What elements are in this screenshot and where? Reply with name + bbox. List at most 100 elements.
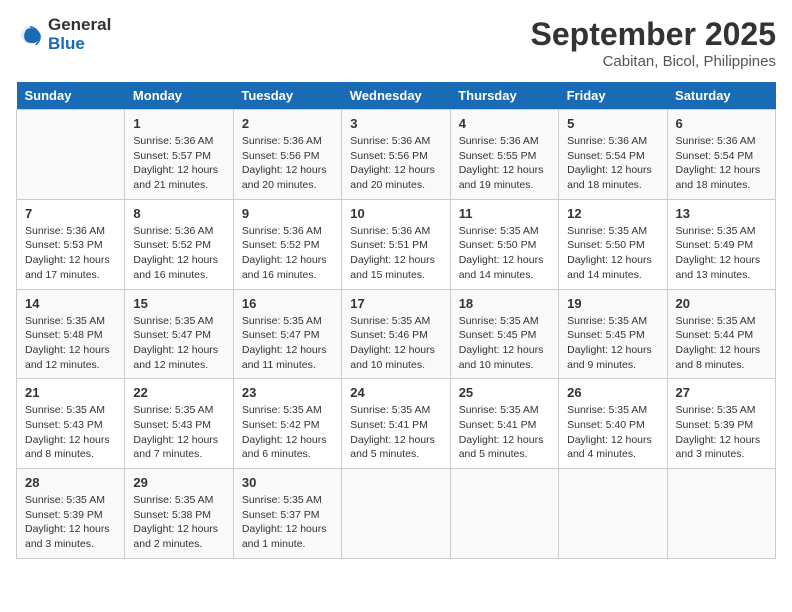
calendar-cell: 25 Sunrise: 5:35 AM Sunset: 5:41 PM Dayli… xyxy=(450,379,558,469)
day-info: Sunrise: 5:35 AM Sunset: 5:46 PM Dayligh… xyxy=(350,314,441,373)
calendar-cell: 27 Sunrise: 5:35 AM Sunset: 5:39 PM Dayli… xyxy=(667,379,775,469)
day-info: Sunrise: 5:35 AM Sunset: 5:39 PM Dayligh… xyxy=(25,493,116,552)
day-number: 28 xyxy=(25,475,116,490)
day-number: 1 xyxy=(133,116,224,131)
day-info: Sunrise: 5:35 AM Sunset: 5:43 PM Dayligh… xyxy=(25,403,116,462)
calendar-cell: 5Sunrise: 5:36 AM Sunset: 5:54 PM Daylig… xyxy=(559,110,667,200)
day-number: 12 xyxy=(567,206,658,221)
day-info: Sunrise: 5:35 AM Sunset: 5:42 PM Dayligh… xyxy=(242,403,333,462)
calendar-cell xyxy=(559,469,667,559)
day-number: 10 xyxy=(350,206,441,221)
day-number: 18 xyxy=(459,296,550,311)
calendar-cell: 8Sunrise: 5:36 AM Sunset: 5:52 PM Daylig… xyxy=(125,199,233,289)
day-info: Sunrise: 5:35 AM Sunset: 5:37 PM Dayligh… xyxy=(242,493,333,552)
day-number: 20 xyxy=(676,296,767,311)
day-info: Sunrise: 5:35 AM Sunset: 5:48 PM Dayligh… xyxy=(25,314,116,373)
header-monday: Monday xyxy=(125,82,233,110)
day-info: Sunrise: 5:35 AM Sunset: 5:45 PM Dayligh… xyxy=(459,314,550,373)
day-number: 26 xyxy=(567,385,658,400)
day-number: 2 xyxy=(242,116,333,131)
calendar-cell: 22 Sunrise: 5:35 AM Sunset: 5:43 PM Dayli… xyxy=(125,379,233,469)
day-info: Sunrise: 5:36 AM Sunset: 5:56 PM Dayligh… xyxy=(350,134,441,193)
calendar-cell: 3 Sunrise: 5:36 AM Sunset: 5:56 PM Daylig… xyxy=(342,110,450,200)
logo-text: General Blue xyxy=(48,16,111,53)
calendar-week-row: 21 Sunrise: 5:35 AM Sunset: 5:43 PM Dayli… xyxy=(17,379,776,469)
calendar-cell: 4Sunrise: 5:36 AM Sunset: 5:55 PM Daylig… xyxy=(450,110,558,200)
day-info: Sunrise: 5:36 AM Sunset: 5:54 PM Dayligh… xyxy=(567,134,658,193)
day-info: Sunrise: 5:36 AM Sunset: 5:52 PM Dayligh… xyxy=(242,224,333,283)
day-info: Sunrise: 5:36 AM Sunset: 5:56 PM Dayligh… xyxy=(242,134,333,193)
calendar-cell: 29 Sunrise: 5:35 AM Sunset: 5:38 PM Dayli… xyxy=(125,469,233,559)
day-info: Sunrise: 5:35 AM Sunset: 5:41 PM Dayligh… xyxy=(459,403,550,462)
day-number: 9 xyxy=(242,206,333,221)
calendar-cell: 20 Sunrise: 5:35 AM Sunset: 5:44 PM Dayli… xyxy=(667,289,775,379)
day-info: Sunrise: 5:35 AM Sunset: 5:39 PM Dayligh… xyxy=(676,403,767,462)
day-number: 6 xyxy=(676,116,767,131)
calendar-cell: 30 Sunrise: 5:35 AM Sunset: 5:37 PM Dayli… xyxy=(233,469,341,559)
calendar-cell: 28 Sunrise: 5:35 AM Sunset: 5:39 PM Dayli… xyxy=(17,469,125,559)
day-info: Sunrise: 5:35 AM Sunset: 5:45 PM Dayligh… xyxy=(567,314,658,373)
calendar-cell: 26Sunrise: 5:35 AM Sunset: 5:40 PM Dayli… xyxy=(559,379,667,469)
calendar-cell xyxy=(450,469,558,559)
day-info: Sunrise: 5:35 AM Sunset: 5:41 PM Dayligh… xyxy=(350,403,441,462)
calendar-week-row: 1 Sunrise: 5:36 AM Sunset: 5:57 PM Daylig… xyxy=(17,110,776,200)
day-info: Sunrise: 5:36 AM Sunset: 5:57 PM Dayligh… xyxy=(133,134,224,193)
day-info: Sunrise: 5:36 AM Sunset: 5:52 PM Dayligh… xyxy=(133,224,224,283)
day-number: 25 xyxy=(459,385,550,400)
day-info: Sunrise: 5:35 AM Sunset: 5:44 PM Dayligh… xyxy=(676,314,767,373)
calendar-cell: 16 Sunrise: 5:35 AM Sunset: 5:47 PM Dayli… xyxy=(233,289,341,379)
day-number: 24 xyxy=(350,385,441,400)
day-info: Sunrise: 5:36 AM Sunset: 5:51 PM Dayligh… xyxy=(350,224,441,283)
calendar-cell: 18 Sunrise: 5:35 AM Sunset: 5:45 PM Dayli… xyxy=(450,289,558,379)
day-number: 23 xyxy=(242,385,333,400)
calendar-week-row: 28 Sunrise: 5:35 AM Sunset: 5:39 PM Dayli… xyxy=(17,469,776,559)
day-number: 13 xyxy=(676,206,767,221)
logo: General Blue xyxy=(16,16,111,53)
day-number: 7 xyxy=(25,206,116,221)
calendar-cell: 21 Sunrise: 5:35 AM Sunset: 5:43 PM Dayli… xyxy=(17,379,125,469)
day-number: 15 xyxy=(133,296,224,311)
title-block: September 2025 Cabitan, Bicol, Philippin… xyxy=(531,16,776,70)
day-number: 19 xyxy=(567,296,658,311)
day-info: Sunrise: 5:35 AM Sunset: 5:49 PM Dayligh… xyxy=(676,224,767,283)
day-info: Sunrise: 5:35 AM Sunset: 5:50 PM Dayligh… xyxy=(567,224,658,283)
day-info: Sunrise: 5:36 AM Sunset: 5:54 PM Dayligh… xyxy=(676,134,767,193)
page-header: General Blue September 2025 Cabitan, Bic… xyxy=(16,16,776,70)
calendar-cell: 12 Sunrise: 5:35 AM Sunset: 5:50 PM Dayli… xyxy=(559,199,667,289)
day-number: 21 xyxy=(25,385,116,400)
day-number: 29 xyxy=(133,475,224,490)
calendar-cell: 14Sunrise: 5:35 AM Sunset: 5:48 PM Dayli… xyxy=(17,289,125,379)
calendar-cell: 6 Sunrise: 5:36 AM Sunset: 5:54 PM Daylig… xyxy=(667,110,775,200)
calendar-cell: 10 Sunrise: 5:36 AM Sunset: 5:51 PM Dayli… xyxy=(342,199,450,289)
calendar-week-row: 7 Sunrise: 5:36 AM Sunset: 5:53 PM Daylig… xyxy=(17,199,776,289)
day-number: 17 xyxy=(350,296,441,311)
day-number: 3 xyxy=(350,116,441,131)
day-number: 30 xyxy=(242,475,333,490)
calendar-cell: 2 Sunrise: 5:36 AM Sunset: 5:56 PM Daylig… xyxy=(233,110,341,200)
day-info: Sunrise: 5:35 AM Sunset: 5:50 PM Dayligh… xyxy=(459,224,550,283)
day-info: Sunrise: 5:36 AM Sunset: 5:53 PM Dayligh… xyxy=(25,224,116,283)
header-tuesday: Tuesday xyxy=(233,82,341,110)
day-info: Sunrise: 5:35 AM Sunset: 5:47 PM Dayligh… xyxy=(242,314,333,373)
calendar-cell: 15 Sunrise: 5:35 AM Sunset: 5:47 PM Dayli… xyxy=(125,289,233,379)
header-friday: Friday xyxy=(559,82,667,110)
calendar-cell: 17 Sunrise: 5:35 AM Sunset: 5:46 PM Dayli… xyxy=(342,289,450,379)
calendar-cell xyxy=(342,469,450,559)
calendar-title: September 2025 xyxy=(531,16,776,53)
calendar-cell: 9 Sunrise: 5:36 AM Sunset: 5:52 PM Daylig… xyxy=(233,199,341,289)
day-info: Sunrise: 5:35 AM Sunset: 5:38 PM Dayligh… xyxy=(133,493,224,552)
header-saturday: Saturday xyxy=(667,82,775,110)
day-number: 16 xyxy=(242,296,333,311)
day-info: Sunrise: 5:35 AM Sunset: 5:47 PM Dayligh… xyxy=(133,314,224,373)
header-sunday: Sunday xyxy=(17,82,125,110)
day-info: Sunrise: 5:35 AM Sunset: 5:43 PM Dayligh… xyxy=(133,403,224,462)
calendar-cell: 24 Sunrise: 5:35 AM Sunset: 5:41 PM Dayli… xyxy=(342,379,450,469)
calendar-cell: 13 Sunrise: 5:35 AM Sunset: 5:49 PM Dayli… xyxy=(667,199,775,289)
day-number: 27 xyxy=(676,385,767,400)
day-number: 11 xyxy=(459,206,550,221)
calendar-table: SundayMondayTuesdayWednesdayThursdayFrid… xyxy=(16,82,776,559)
logo-icon xyxy=(16,21,44,49)
calendar-header-row: SundayMondayTuesdayWednesdayThursdayFrid… xyxy=(17,82,776,110)
day-number: 22 xyxy=(133,385,224,400)
header-thursday: Thursday xyxy=(450,82,558,110)
